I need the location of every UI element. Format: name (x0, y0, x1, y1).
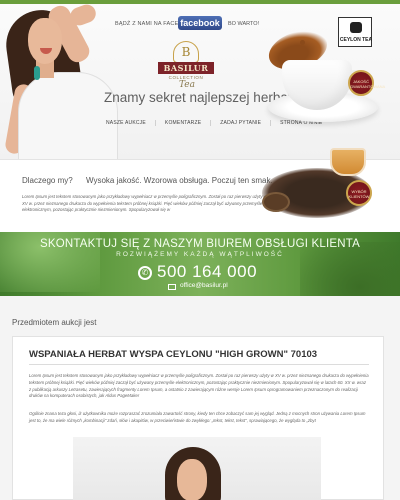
hero-woman-image (0, 4, 130, 159)
logo-script: Tea (179, 80, 195, 90)
logo-emblem-icon: B (173, 41, 199, 63)
why-question: Dlaczego my? (22, 176, 73, 185)
customer-choice-badge: WYBÓR KLIENTÓW (346, 180, 372, 206)
quality-guaranteed-badge: JAKOŚĆ GWARANTOWANA (348, 70, 385, 96)
why-answer: Wysoka jakość. Wzorowa obsługa. Poczuj t… (86, 176, 273, 185)
auction-label: Przedmiotem aukcji jest (12, 318, 97, 327)
glass-tea-cup-image (330, 148, 366, 176)
auction-photo (73, 437, 321, 500)
header-tagline: Znamy sekret najlepszej herbaty (104, 90, 299, 105)
auction-card: WSPANIAŁA HERBAT WYSPA CEYLONU "HIGH GRO… (12, 336, 384, 500)
divider (29, 364, 369, 365)
facebook-invite-text-2: BO WARTO! (228, 21, 260, 27)
phone-number-link[interactable]: 500 164 000 (157, 262, 257, 282)
facebook-link-button[interactable]: facebook (178, 16, 222, 30)
auction-description-2: Ogólnie znana teza głosi, iż użytkownika… (29, 411, 366, 423)
wooden-spoon-image (262, 192, 290, 212)
auction-description-1: Lorem Ipsum jest tekstem stosowanym jako… (29, 373, 369, 399)
phone-icon: ✆ (138, 266, 152, 280)
auction-title: WSPANIAŁA HERBAT WYSPA CEYLONU "HIGH GRO… (29, 349, 318, 360)
tea-drop (300, 40, 305, 45)
why-paragraph: Lorem Ipsum jest tekstem stosowanym jako… (22, 194, 267, 212)
lion-icon (350, 22, 362, 33)
mail-icon (168, 284, 176, 290)
contact-title: SKONTAKTUJ SIĘ Z NASZYM BIUREM OBSŁUGI K… (40, 238, 360, 250)
tea-drop (290, 50, 294, 54)
contact-banner: SKONTAKTUJ SIĘ Z NASZYM BIUREM OBSŁUGI K… (0, 232, 400, 296)
ceylon-tea-badge: CEYLON TEA (338, 17, 372, 47)
nav-item-auctions[interactable]: NASZE AUKCJE (100, 120, 156, 126)
nav-item-ask-question[interactable]: ZADAJ PYTANIE (211, 120, 272, 126)
contact-subtitle: ROZWIĄŻEMY KAŻDĄ WĄTPLIWOŚĆ (116, 251, 284, 258)
email-link[interactable]: office@basilur.pl (180, 282, 228, 289)
main-nav: NASZE AUKCJE KOMENTARZE ZADAJ PYTANIE ST… (100, 120, 331, 126)
logo-name: BASILUR (158, 62, 214, 74)
nav-item-comments[interactable]: KOMENTARZE (156, 120, 212, 126)
site-header: BĄDŹ Z NAMI NA FACEBOOKU facebook BO WAR… (0, 4, 400, 160)
